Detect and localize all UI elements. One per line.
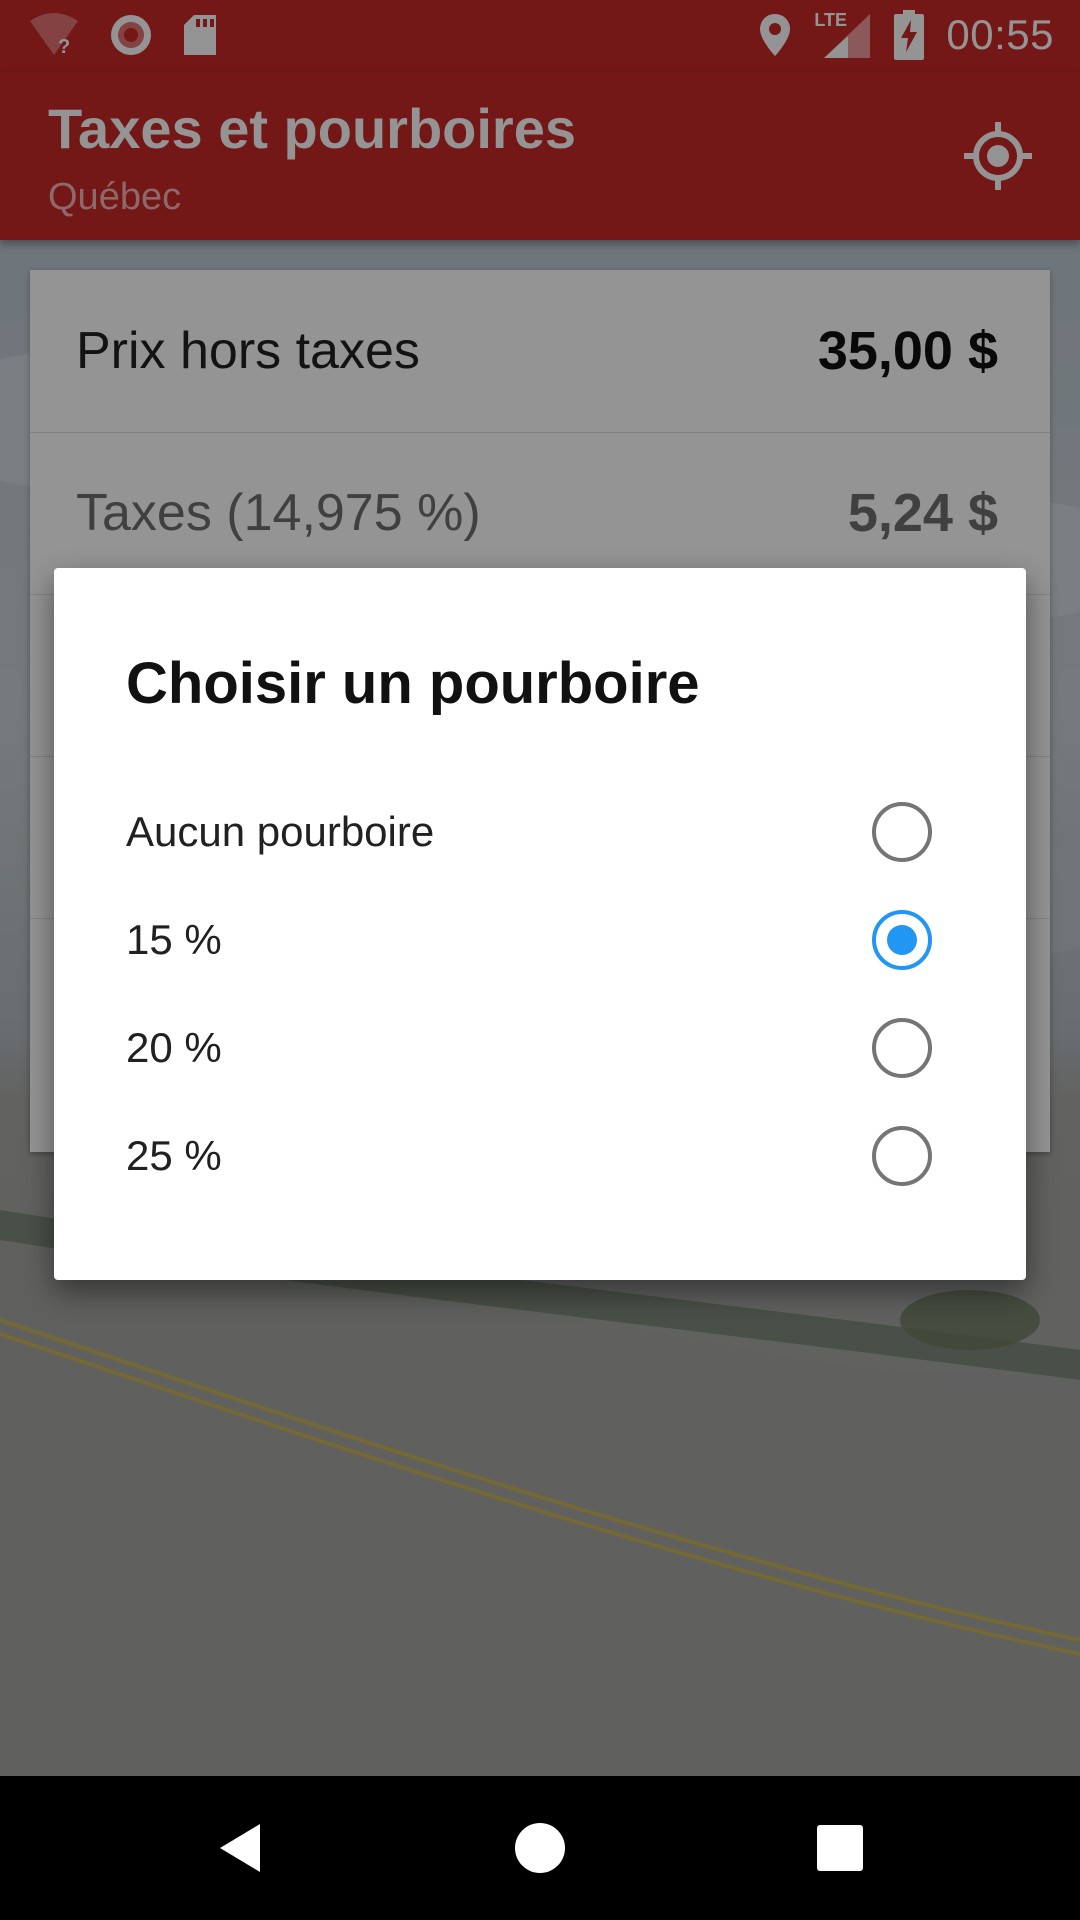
tip-option-label: Aucun pourboire: [126, 808, 435, 855]
tip-option-label: 25 %: [126, 1132, 222, 1179]
tip-option-25[interactable]: 25 %: [54, 1102, 1026, 1210]
back-icon[interactable]: [212, 1818, 272, 1878]
tip-option-15[interactable]: 15 %: [54, 886, 1026, 994]
tip-dialog: Choisir un pourboire Aucun pourboire 15 …: [54, 568, 1026, 1280]
tip-option-label: 20 %: [126, 1024, 222, 1071]
navigation-bar: [0, 1776, 1080, 1920]
tip-option-none[interactable]: Aucun pourboire: [54, 778, 1026, 886]
tip-option-label: 15 %: [126, 916, 222, 963]
home-icon[interactable]: [510, 1818, 570, 1878]
radio-button-icon[interactable]: [872, 1126, 932, 1186]
recents-icon[interactable]: [810, 1818, 870, 1878]
radio-button-icon[interactable]: [872, 1018, 932, 1078]
dialog-title: Choisir un pourboire: [126, 651, 700, 716]
radio-button-icon[interactable]: [872, 802, 932, 862]
tip-option-20[interactable]: 20 %: [54, 994, 1026, 1102]
radio-button-selected-icon[interactable]: [872, 910, 932, 970]
